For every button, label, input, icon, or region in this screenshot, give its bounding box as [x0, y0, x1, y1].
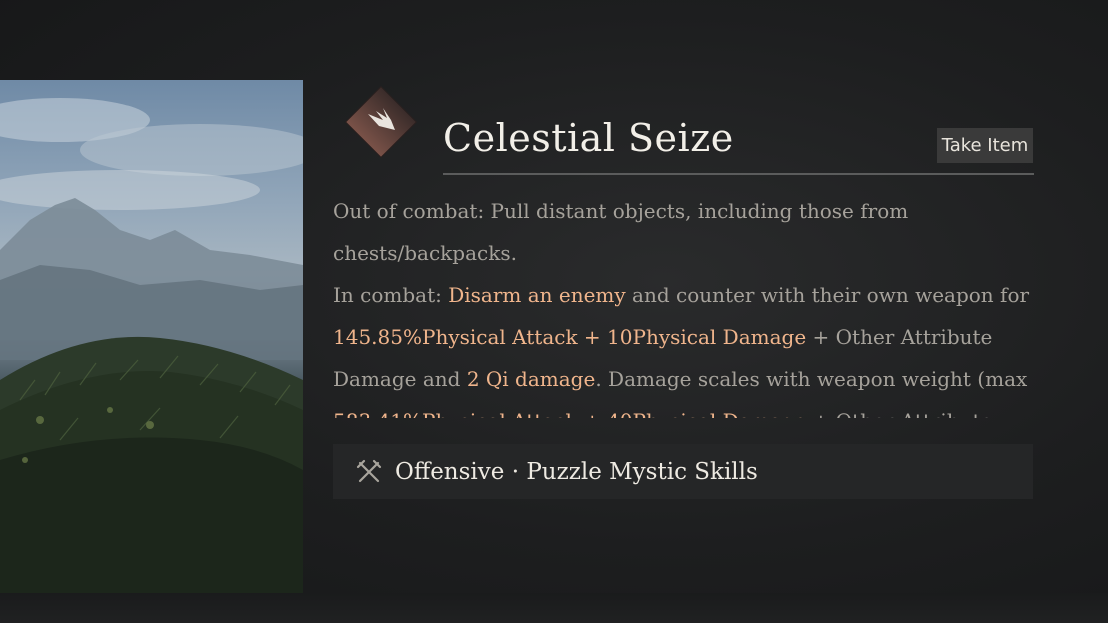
highlight-text: 2 Qi damage — [466, 367, 596, 391]
skill-preview-image — [0, 80, 303, 593]
title-divider — [443, 173, 1034, 175]
description-text: chests/backpacks. — [333, 241, 517, 265]
description-text: . Damage scales with weapon weight (max — [595, 367, 1028, 391]
skill-description[interactable]: Out of combat: Pull distant objects, inc… — [333, 190, 1033, 418]
wing-claw-icon — [344, 85, 418, 159]
bottom-strip — [0, 593, 1108, 623]
description-text: + Other Attribute — [806, 325, 993, 349]
skill-category-label: Offensive · Puzzle Mystic Skills — [395, 458, 758, 485]
landscape-illustration — [0, 98, 303, 593]
skill-title: Celestial Seize — [443, 116, 734, 160]
description-line: Damage and 2 Qi damage. Damage scales wi… — [333, 358, 1033, 400]
take-item-button[interactable]: Take Item — [937, 128, 1033, 163]
description-text: and counter with their own weapon for — [625, 283, 1030, 307]
description-text: Damage and — [333, 367, 467, 391]
skill-icon — [343, 84, 419, 160]
skill-category-bar: Offensive · Puzzle Mystic Skills — [333, 444, 1033, 499]
highlight-text: 583.41%Physical Attack + 40Physical Dama… — [333, 409, 806, 418]
crossed-swords-icon — [355, 458, 383, 486]
description-text: In combat: — [333, 283, 449, 307]
highlight-text: 145.85%Physical Attack + 10Physical Dama… — [333, 325, 807, 349]
description-line: Out of combat: Pull distant objects, inc… — [333, 190, 1033, 232]
description-text: Out of combat: Pull distant objects, inc… — [333, 199, 909, 223]
description-line: 145.85%Physical Attack + 10Physical Dama… — [333, 316, 1033, 358]
highlight-text: Disarm an enemy — [448, 283, 626, 307]
description-line: chests/backpacks. — [333, 232, 1033, 274]
description-line: 583.41%Physical Attack + 40Physical Dama… — [333, 400, 1033, 418]
description-text: + Other Attribute — [806, 409, 993, 418]
description-line: In combat: Disarm an enemy and counter w… — [333, 274, 1033, 316]
